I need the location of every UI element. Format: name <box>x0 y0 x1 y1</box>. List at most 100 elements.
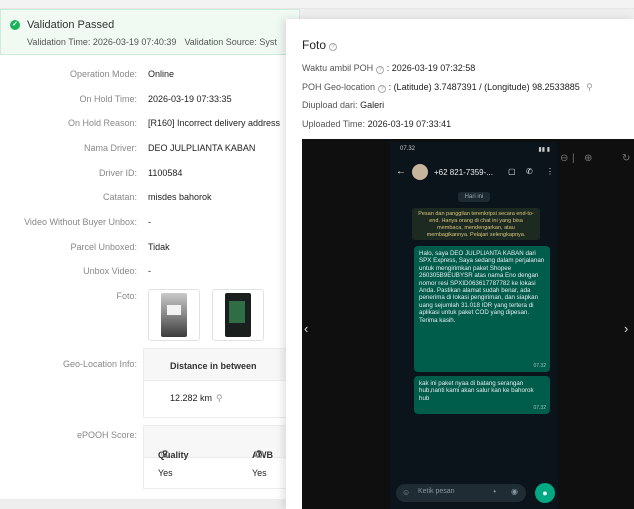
waktu-label: Waktu ambil POH <box>302 63 374 73</box>
validation-subtitle: Validation Time: 2026-03-19 07:40:39 Vali… <box>27 37 277 47</box>
video-call-icon: ▢ <box>508 167 516 176</box>
geo-label: Geo-Location Info: <box>62 359 137 369</box>
status-time: 07.32 <box>400 146 416 152</box>
waktu-ambil-row: Waktu ambil POH? : 2026-03-19 07:32:58 <box>302 63 475 74</box>
rotate-icon[interactable]: ↻ <box>622 153 630 164</box>
detail-row-operation-mode: Operation Mode: Online <box>0 69 300 83</box>
prev-image-icon[interactable]: ‹ <box>304 321 308 336</box>
map-pin-icon[interactable]: ⚲ <box>586 82 593 93</box>
help-icon[interactable]: ? <box>161 450 169 459</box>
detail-row-video-without-buyer: Video Without Buyer Unbox: - <box>0 217 300 231</box>
check-circle-icon: ✓ <box>10 20 20 30</box>
detail-row-on-hold-time: On Hold Time: 2026-03-19 07:33:35 <box>0 94 300 108</box>
date-chip: Hari ini <box>458 192 490 202</box>
validation-banner: ✓ Validation Passed Validation Time: 202… <box>0 9 300 55</box>
uploaded-value: 2026-03-19 07:33:41 <box>367 119 452 129</box>
validation-source: Validation Source: Syst <box>184 37 277 47</box>
diupload-label: Diupload dari: <box>302 100 358 110</box>
parcel-photo <box>161 293 187 337</box>
poh-geo-value: : (Latitude) 3.7487391 / (Longitude) 98.… <box>388 82 580 92</box>
foto-thumbnail-parcel[interactable] <box>148 289 200 341</box>
chat-screenshot-photo <box>225 293 251 337</box>
epooh-label: ePOOH Score: <box>76 430 137 440</box>
message-text: Halo, saya DEO JULPLIANTA KABAN dari SPX… <box>419 250 545 324</box>
epooh-table-header: Quality? AWB? <box>144 426 302 460</box>
distance-value: 12.282 km <box>170 393 213 403</box>
detail-label: Foto: <box>116 291 137 301</box>
input-placeholder: Ketik pesan <box>418 488 455 495</box>
camera-icon: ◉ <box>511 487 518 496</box>
detail-value: 1100584 <box>148 168 183 178</box>
detail-row-driver-name: Nama Driver: DEO JULPLIANTA KABAN <box>0 143 300 157</box>
chat-screenshot: 07.32 ▮▮ ▮ ← +62 821-7359-... ▢ ✆ ⋮ Hari… <box>390 142 558 509</box>
detail-value: Online <box>148 69 175 79</box>
detail-row-driver-id: Driver ID: 1100584 <box>0 168 300 182</box>
detail-label: On Hold Reason: <box>67 118 137 128</box>
chat-header: ← +62 821-7359-... ▢ ✆ ⋮ <box>390 158 558 188</box>
image-viewer: ⊖ | ⊕ ↻ ‹ › 07.32 ▮▮ ▮ ← +62 821-7359-..… <box>302 139 634 509</box>
foto-drawer: Foto? Waktu ambil POH? : 2026-03-19 07:3… <box>286 19 634 509</box>
drawer-title-text: Foto <box>302 38 327 52</box>
detail-label: Catatan: <box>102 192 137 202</box>
detail-label: Nama Driver: <box>83 143 137 153</box>
detail-value: misdes bahorok <box>148 192 212 202</box>
detail-value: - <box>148 217 151 227</box>
poh-geo-label: POH Geo-location <box>302 82 376 92</box>
more-icon: ⋮ <box>546 167 554 176</box>
detail-value: Tidak <box>148 242 170 252</box>
detail-row-catatan: Catatan: misdes bahorok <box>0 192 300 206</box>
quality-value: Yes <box>158 468 173 478</box>
diupload-value: Galeri <box>360 100 385 110</box>
chat-message: Halo, saya DEO JULPLIANTA KABAN dari SPX… <box>414 246 550 372</box>
detail-label: Driver ID: <box>99 168 137 178</box>
detail-row-parcel-unboxed: Parcel Unboxed: Tidak <box>0 242 300 256</box>
awb-value: Yes <box>252 468 267 478</box>
avatar <box>412 164 428 180</box>
waktu-value: : 2026-03-19 07:32:58 <box>386 63 476 73</box>
detail-label: Operation Mode: <box>69 69 137 79</box>
zoom-out-icon[interactable]: ⊖ <box>560 153 568 164</box>
next-image-icon[interactable]: › <box>624 321 628 336</box>
foto-thumbnail-chat[interactable] <box>212 289 264 341</box>
drawer-title: Foto? <box>302 38 338 52</box>
detail-label: Video Without Buyer Unbox: <box>24 217 137 227</box>
phone-status-bar: 07.32 ▮▮ ▮ <box>390 142 558 158</box>
map-pin-icon[interactable]: ⚲ <box>216 393 223 404</box>
detail-value: 2026-03-19 07:33:35 <box>148 94 232 104</box>
epooh-score-table: Quality? AWB? Yes Yes <box>143 425 303 489</box>
detail-row-unbox-video: Unbox Video: - <box>0 266 300 280</box>
back-arrow-icon: ← <box>396 166 406 177</box>
diupload-row: Diupload dari: Galeri <box>302 100 384 110</box>
detail-value: [R160] Incorrect delivery address <box>148 118 281 128</box>
microphone-icon: ● <box>535 483 555 503</box>
geo-location-table: Distance in between 12.282 km ⚲ <box>143 348 303 418</box>
help-icon[interactable]: ? <box>378 85 387 93</box>
message-text: kak ini paket nyaa di batang serangan hu… <box>419 380 534 402</box>
uploaded-label: Uploaded Time: <box>302 119 366 129</box>
help-icon[interactable]: ? <box>329 43 338 51</box>
help-icon[interactable]: ? <box>376 66 385 74</box>
chat-input: ☺ Ketik pesan • ◉ <box>396 484 526 502</box>
divider: | <box>572 153 575 164</box>
validation-time: Validation Time: 2026-03-19 07:40:39 <box>27 37 177 47</box>
validation-title: Validation Passed <box>27 19 115 31</box>
help-icon[interactable]: ? <box>255 450 263 459</box>
detail-label: Unbox Video: <box>83 266 137 276</box>
encryption-note: Pesan dan panggilan terenkripsi secara e… <box>412 208 540 240</box>
detail-label: On Hold Time: <box>79 94 137 104</box>
phone-call-icon: ✆ <box>526 167 533 176</box>
detail-row-on-hold-reason: On Hold Reason: [R160] Incorrect deliver… <box>0 118 300 132</box>
attach-icon: • <box>493 487 496 496</box>
uploaded-time-row: Uploaded Time: 2026-03-19 07:33:41 <box>302 119 451 129</box>
message-time: 07.32 <box>533 362 546 369</box>
message-time: 07.32 <box>533 404 546 411</box>
chat-message: kak ini paket nyaa di batang serangan hu… <box>414 376 550 414</box>
contact-number: +62 821-7359-... <box>434 168 493 177</box>
signal-battery-icon: ▮▮ ▮ <box>538 147 550 153</box>
detail-label: Parcel Unboxed: <box>70 242 137 252</box>
zoom-in-icon[interactable]: ⊕ <box>584 153 592 164</box>
detail-value: - <box>148 266 151 276</box>
detail-value: DEO JULPLIANTA KABAN <box>148 143 256 153</box>
top-strip <box>0 0 634 9</box>
geo-table-header: Distance in between <box>144 349 302 381</box>
